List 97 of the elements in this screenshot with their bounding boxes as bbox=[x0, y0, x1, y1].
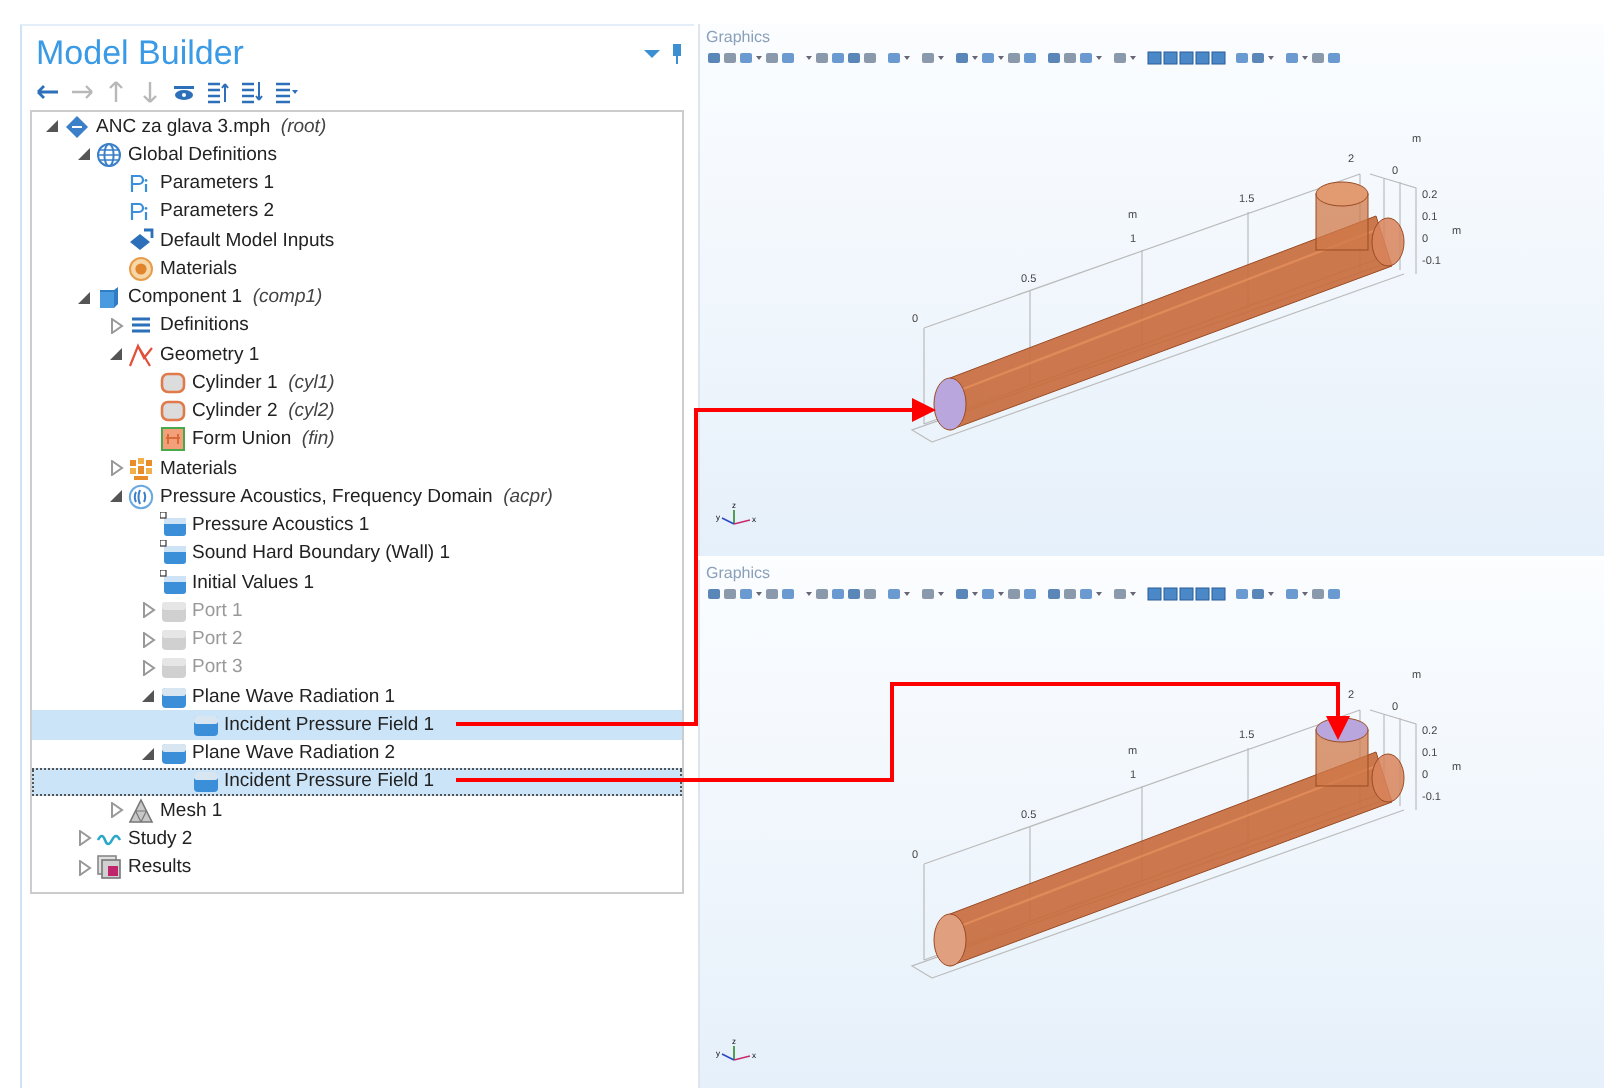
tree-item-label: Incident Pressure Field 1 bbox=[224, 770, 435, 793]
tree-item-label: Default Model Inputs bbox=[160, 229, 335, 252]
cylinder-icon bbox=[160, 369, 186, 396]
tree-item[interactable]: Mesh 1 bbox=[32, 796, 682, 825]
tree-toggle-icon[interactable] bbox=[77, 146, 91, 163]
tree-toggle-icon[interactable] bbox=[77, 859, 91, 876]
tree-item-label: Materials bbox=[160, 457, 238, 480]
tree-item[interactable]: Component 1 (comp1) bbox=[32, 283, 682, 312]
tree-item-label: Cylinder 2 (cyl2) bbox=[192, 400, 335, 423]
tree-item-label: Study 2 bbox=[128, 827, 193, 850]
boundary-feature-icon bbox=[160, 683, 186, 710]
sound-wave-icon bbox=[128, 483, 154, 510]
tree-item-label: Global Definitions bbox=[128, 143, 277, 166]
tree-item[interactable]: Plane Wave Radiation 2 bbox=[32, 739, 682, 768]
boundary-feature-icon bbox=[192, 711, 218, 738]
tree-item[interactable]: Results bbox=[32, 853, 682, 882]
tree-toggle-icon[interactable] bbox=[45, 118, 59, 135]
tree-item-label: Component 1 (comp1) bbox=[128, 286, 323, 309]
tree-item[interactable]: Materials bbox=[32, 254, 682, 283]
tree-toggle-icon[interactable] bbox=[109, 346, 123, 363]
mesh-icon bbox=[128, 797, 154, 824]
tree-item[interactable]: Cylinder 2 (cyl2) bbox=[32, 397, 682, 426]
layout-icon[interactable] bbox=[274, 80, 298, 104]
diamond-icon bbox=[64, 113, 90, 140]
graphics-title: Graphics bbox=[704, 562, 773, 582]
tree-item-label: Results bbox=[128, 856, 192, 879]
union-icon bbox=[160, 426, 186, 453]
tree-item-label: Pressure Acoustics, Frequency Domain (acpr) bbox=[160, 485, 553, 508]
tree-item[interactable]: Form Union (fin) bbox=[32, 425, 682, 454]
tree-item[interactable]: Initial Values 1 bbox=[32, 568, 682, 597]
tree-item-label: Materials bbox=[160, 257, 238, 280]
tree-item-label: Sound Hard Boundary (Wall) 1 bbox=[192, 542, 451, 565]
tree-item[interactable]: Definitions bbox=[32, 311, 682, 340]
pin-icon[interactable] bbox=[672, 44, 682, 64]
model-inputs-icon bbox=[128, 227, 154, 254]
boundary-feature-icon bbox=[192, 768, 218, 795]
back-arrow-icon[interactable] bbox=[36, 80, 60, 104]
tree-item[interactable]: Incident Pressure Field 1 bbox=[32, 767, 682, 796]
tree-item-label: ANC za glava 3.mph (root) bbox=[96, 115, 327, 138]
tree-item[interactable]: ANC za glava 3.mph (root) bbox=[32, 112, 682, 141]
domain-feature-icon bbox=[160, 512, 186, 539]
domain-feature-icon bbox=[160, 540, 186, 567]
tree-item[interactable]: Parameters 2 bbox=[32, 197, 682, 226]
tree-item[interactable]: Study 2 bbox=[32, 824, 682, 853]
tree-toggle-icon[interactable] bbox=[109, 488, 123, 505]
tree-item[interactable]: Pressure Acoustics, Frequency Domain (acpr) bbox=[32, 482, 682, 511]
tree-item-label: Initial Values 1 bbox=[192, 571, 315, 594]
materials-icon bbox=[128, 255, 154, 282]
tree-item-label: Cylinder 1 (cyl1) bbox=[192, 371, 335, 394]
tree-item[interactable]: Pressure Acoustics 1 bbox=[32, 511, 682, 540]
tree-item-label: Parameters 2 bbox=[160, 200, 275, 223]
tree-toggle-icon[interactable] bbox=[109, 460, 123, 477]
tree-item-label: Plane Wave Radiation 2 bbox=[192, 742, 396, 765]
tree-item-label: Incident Pressure Field 1 bbox=[224, 713, 435, 736]
domain-feature-icon bbox=[160, 569, 186, 596]
boundary-feature-icon bbox=[160, 654, 186, 681]
graphics-title: Graphics bbox=[704, 26, 773, 46]
boundary-feature-icon bbox=[160, 740, 186, 767]
panel-title: Model Builder bbox=[36, 34, 244, 74]
expand-all-icon[interactable] bbox=[240, 80, 264, 104]
tree-item[interactable]: Geometry 1 bbox=[32, 340, 682, 369]
tree-item-label: Form Union (fin) bbox=[192, 428, 335, 451]
dropdown-caret-icon[interactable] bbox=[644, 48, 660, 60]
boundary-feature-icon bbox=[160, 597, 186, 624]
tree-item-label: Plane Wave Radiation 1 bbox=[192, 685, 396, 708]
tree-item[interactable]: Sound Hard Boundary (Wall) 1 bbox=[32, 539, 682, 568]
show-icon[interactable] bbox=[172, 80, 196, 104]
tree-item-label: Port 2 bbox=[192, 628, 243, 651]
tree-item-label: Definitions bbox=[160, 314, 249, 337]
tree-item[interactable]: Plane Wave Radiation 1 bbox=[32, 682, 682, 711]
tree-item[interactable]: Incident Pressure Field 1 bbox=[32, 710, 682, 739]
tree-toggle-icon[interactable] bbox=[109, 802, 123, 819]
tree-toggle-icon[interactable] bbox=[109, 317, 123, 334]
materials-icon bbox=[128, 455, 154, 482]
geometry-icon bbox=[128, 341, 154, 368]
tree-item[interactable]: Materials bbox=[32, 454, 682, 483]
tree-item[interactable]: Cylinder 1 (cyl1) bbox=[32, 368, 682, 397]
tree-item-label: Geometry 1 bbox=[160, 343, 260, 366]
tree-item[interactable]: Parameters 1 bbox=[32, 169, 682, 198]
tree-item[interactable]: Global Definitions bbox=[32, 140, 682, 169]
globe-icon bbox=[96, 141, 122, 168]
tree-item[interactable]: Default Model Inputs bbox=[32, 226, 682, 255]
tree-item-label: Port 3 bbox=[192, 656, 243, 679]
tree-toggle-icon[interactable] bbox=[141, 688, 155, 705]
tree-item-label: Pressure Acoustics 1 bbox=[192, 514, 370, 537]
tree-toggle-icon[interactable] bbox=[141, 745, 155, 762]
cylinder-icon bbox=[160, 398, 186, 425]
tree-toggle-icon[interactable] bbox=[77, 830, 91, 847]
tree-item-label: Parameters 1 bbox=[160, 172, 275, 195]
tree-item-label: Port 1 bbox=[192, 599, 243, 622]
boundary-feature-icon bbox=[160, 626, 186, 653]
cube-icon bbox=[96, 284, 122, 311]
tree-item-label: Mesh 1 bbox=[160, 799, 223, 822]
collapse-all-icon[interactable] bbox=[206, 80, 230, 104]
results-icon bbox=[96, 854, 122, 881]
tree-toggle-icon[interactable] bbox=[77, 289, 91, 306]
list-icon bbox=[128, 312, 154, 339]
